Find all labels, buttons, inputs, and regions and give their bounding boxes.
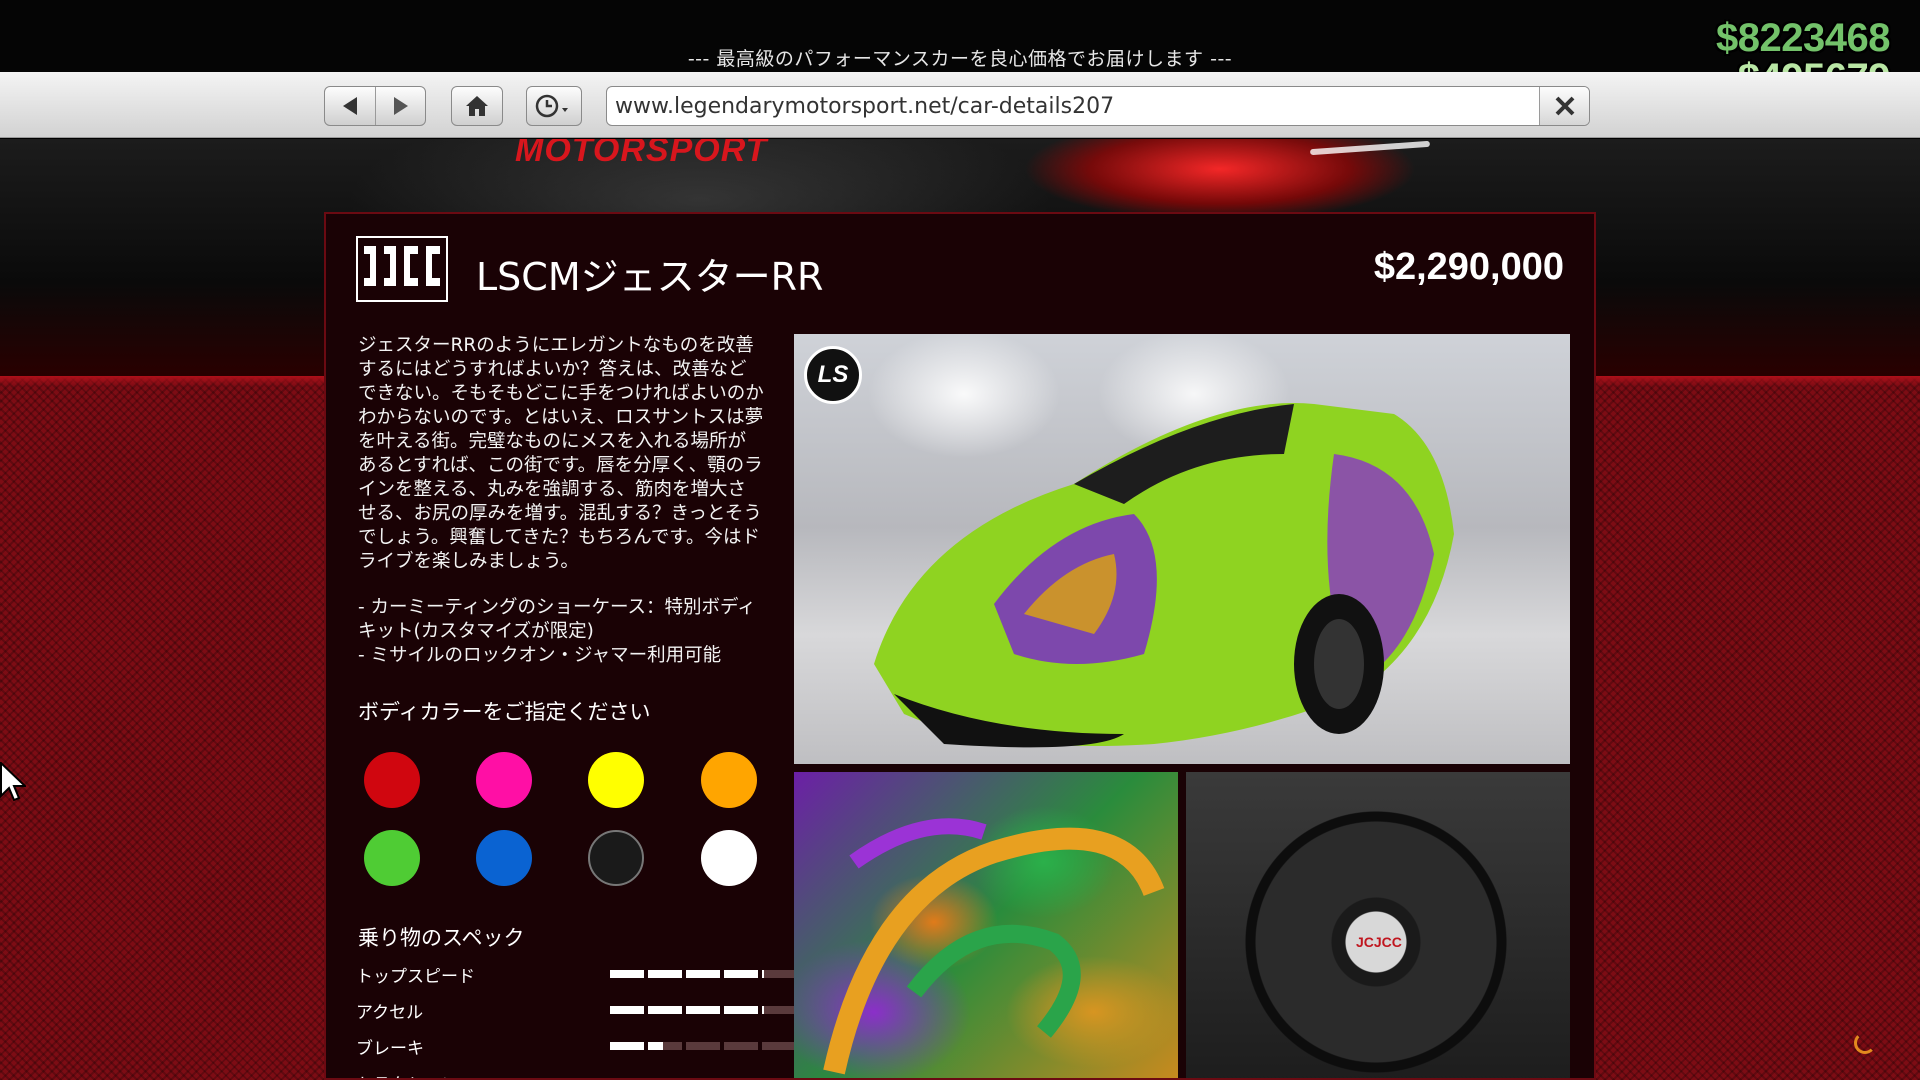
clock-dropdown-icon [535, 94, 568, 118]
description-line: ジェスターRRのようにエレガントなものを改善 [358, 335, 754, 356]
feature-line: - ミサイルのロックオン・ジャマー利用可能 [358, 645, 722, 666]
spec-row-braking: ブレーキ [356, 1034, 798, 1059]
description-line: できない。そもそもどこに手をつければよいのか [358, 383, 764, 404]
spec-bar [610, 970, 798, 978]
vehicle-price: $2,290,000 [1373, 246, 1564, 288]
spec-fill [610, 1006, 765, 1014]
spec-label: ブレーキ [356, 1039, 424, 1059]
spec-row-traction: トラクション [356, 1070, 786, 1078]
description-line: インを整える、丸みを強調する、筋肉を増大さ [358, 479, 746, 500]
spec-bar [610, 1042, 798, 1050]
address-bar[interactable]: www.legendarymotorsport.net/car-details2… [606, 86, 1590, 126]
color-swatch-black[interactable] [588, 830, 644, 886]
brand-logo [356, 236, 448, 302]
color-swatch-blue[interactable] [476, 830, 532, 886]
feature-line: キット(カスタマイズが限定) [358, 621, 594, 642]
color-heading: ボディカラーをご指定ください [358, 700, 651, 724]
description-line: するにはどうすればよいか？答えは、改善など [358, 359, 747, 380]
back-forward-group [324, 86, 426, 126]
loading-spinner-icon [1854, 1032, 1876, 1054]
spec-label: トラクション [356, 1070, 458, 1078]
spec-row-acceleration: アクセル [356, 998, 798, 1023]
spec-heading: 乗り物のスペック [358, 926, 525, 950]
description-line: ライブを楽しみましょう。 [358, 551, 579, 572]
color-swatch-orange[interactable] [701, 752, 757, 808]
steering-wheel-logo: JCJCC [1356, 934, 1402, 950]
color-swatch-red[interactable] [364, 752, 420, 808]
description-line: わからないのです。とはいえ、ロスサントスは夢 [358, 407, 764, 428]
spec-fill [610, 970, 765, 978]
history-button[interactable] [526, 86, 582, 126]
vehicle-detail-panel: LSCMジェスターRR $2,290,000 ジェスターRRのようにエレガントな… [324, 212, 1596, 1080]
color-swatch-yellow[interactable] [588, 752, 644, 808]
vehicle-interior-image[interactable]: JCJCC [1186, 772, 1570, 1078]
tagline: --- 最高級のパフォーマンスカーを良心価格でお届けします --- [687, 48, 1233, 70]
back-button[interactable] [325, 87, 375, 125]
triangle-left-icon [343, 97, 357, 115]
vehicle-features: - カーミーティングのショーケース：特別ボディ キット(カスタマイズが限定) -… [358, 596, 768, 668]
vehicle-livery-image[interactable] [794, 772, 1178, 1078]
feature-line: - カーミーティングのショーケース：特別ボディ [358, 597, 756, 618]
vehicle-description: ジェスターRRのようにエレガントなものを改善 するにはどうすればよいか？答えは、… [358, 334, 768, 574]
url-text[interactable]: www.legendarymotorsport.net/car-details2… [607, 94, 1539, 119]
home-button[interactable] [451, 86, 503, 126]
hero-light-streak [1309, 140, 1431, 156]
browser-toolbar: www.legendarymotorsport.net/car-details2… [0, 72, 1920, 138]
hero-logo-text: MOTORSPORT [515, 139, 768, 169]
color-swatch-green[interactable] [364, 830, 420, 886]
spec-row-top-speed: トップスピード [356, 962, 798, 987]
top-bar: --- 最高級のパフォーマンスカーを良心価格でお届けします --- [0, 0, 1920, 72]
description-line: でしょう。興奮してきた？もちろんです。今はド [358, 527, 761, 548]
spec-bar [610, 1006, 798, 1014]
ls-badge: LS [804, 346, 862, 404]
color-swatch-pink[interactable] [476, 752, 532, 808]
close-button[interactable] [1539, 87, 1589, 125]
spec-label: アクセル [356, 1003, 424, 1023]
description-line: を叶える街。完璧なものにメスを入れる場所が [358, 431, 746, 452]
spec-fill [610, 1042, 663, 1050]
forward-button[interactable] [375, 87, 425, 125]
triangle-right-icon [393, 97, 408, 115]
vehicle-name: LSCMジェスターRR [476, 255, 824, 299]
vehicle-main-image[interactable]: LS [794, 334, 1570, 764]
description-line: あるとすれば、この街です。唇を分厚く、顎のラ [358, 455, 763, 476]
cash-amount: $8223468 [1716, 16, 1890, 60]
spec-label: トップスピード [356, 967, 475, 987]
close-x-icon [1555, 96, 1574, 116]
home-icon [466, 96, 488, 116]
mouse-pointer-icon [0, 762, 26, 802]
description-line: せる、お尻の厚みを増す。混乱する？きっとそう [358, 503, 762, 524]
color-swatch-white[interactable] [701, 830, 757, 886]
